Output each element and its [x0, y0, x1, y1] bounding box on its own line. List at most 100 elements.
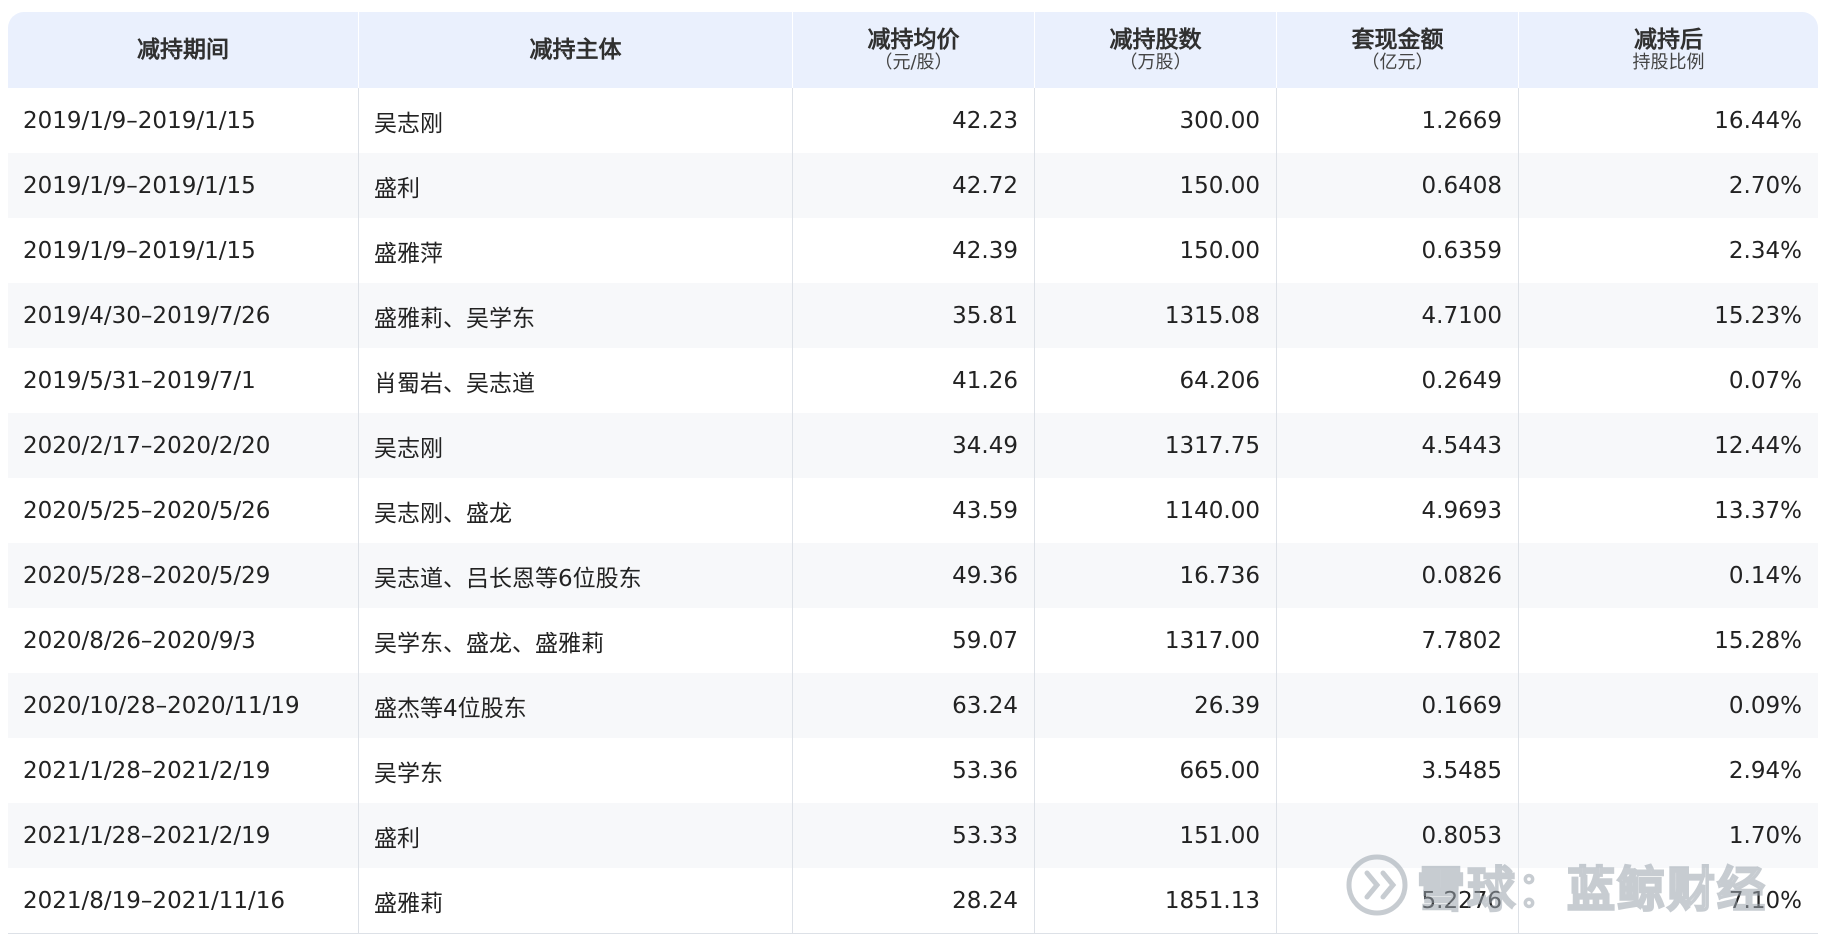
- table-row: 2020/5/28–2020/5/29 吴志道、吕长恩等6位股东 49.36 16.7…: [8, 543, 1818, 608]
- table-row: 2019/5/31–2019/7/1 肖蜀岩、吴志道 41.26 64.206 0.26…: [8, 348, 1818, 413]
- subject-cell: 吴志刚、盛龙: [359, 478, 793, 543]
- table-row: 2019/1/9–2019/1/15 盛雅萍 42.39 150.00 0.6359 2.…: [8, 218, 1818, 283]
- subject-cell: 吴志道、吕长恩等6位股东: [359, 543, 793, 608]
- holding-ratio-cell: 16.44%: [1714, 107, 1802, 134]
- holding-ratio-cell: 13.37%: [1714, 497, 1802, 524]
- subject-cell: 吴志刚: [359, 88, 793, 153]
- avg-price-cell: 59.07: [793, 608, 1035, 673]
- table-row: 2021/1/28–2021/2/19 吴学东 53.36 665.00 3.5485 2…: [8, 738, 1818, 803]
- subject-cell: 盛杰等4位股东: [359, 673, 793, 738]
- subject-cell: 吴学东、盛龙、盛雅莉: [359, 608, 793, 673]
- header-label: 减持期间: [137, 37, 229, 63]
- shares-cell: 1317.00: [1035, 608, 1277, 673]
- table-row: 2020/8/26–2020/9/3 吴学东、盛龙、盛雅莉 59.07 1317.00…: [8, 608, 1818, 673]
- avg-price-cell: 28.24: [793, 868, 1035, 933]
- shares-cell: 1315.08: [1035, 283, 1277, 348]
- holding-ratio-cell: 0.07%: [1728, 367, 1802, 394]
- period-cell: 2021/8/19–2021/11/16: [8, 868, 359, 933]
- header-cell-avg-price: 减持均价 （元/股）: [793, 12, 1035, 88]
- cash-amount-cell: 0.8053: [1277, 803, 1519, 868]
- header-cell-cash-amount: 套现金额 （亿元）: [1277, 12, 1519, 88]
- holding-ratio-cell: 7.10%: [1728, 887, 1802, 914]
- table-row: 2019/4/30–2019/7/26 盛雅莉、吴学东 35.81 1315.08 4.…: [8, 283, 1818, 348]
- avg-price-cell: 35.81: [793, 283, 1035, 348]
- cash-amount-cell: 0.6359: [1277, 218, 1519, 283]
- holding-ratio-cell: 12.44%: [1714, 432, 1802, 459]
- subject-cell: 盛利: [359, 803, 793, 868]
- subject-cell: 盛雅萍: [359, 218, 793, 283]
- holding-ratio-cell: 2.94%: [1728, 757, 1802, 784]
- header-sublabel: 持股比例: [1632, 52, 1705, 73]
- header-label: 减持后: [1634, 27, 1703, 53]
- cash-amount-cell: 4.7100: [1277, 283, 1519, 348]
- header-cell-subject: 减持主体: [359, 12, 793, 88]
- period-cell: 2019/1/9–2019/1/15: [8, 88, 359, 153]
- shares-cell: 26.39: [1035, 673, 1277, 738]
- period-cell: 2020/2/17–2020/2/20: [8, 413, 359, 478]
- holding-ratio-cell: 15.28%: [1714, 627, 1802, 654]
- table-row: 2021/8/19–2021/11/16 盛雅莉 28.24 1851.13 5.227…: [8, 868, 1818, 933]
- shares-cell: 151.00: [1035, 803, 1277, 868]
- cash-amount-cell: 5.2276: [1277, 868, 1519, 933]
- subject-cell: 吴学东: [359, 738, 793, 803]
- table-row: 2020/2/17–2020/2/20 吴志刚 34.49 1317.75 4.5443…: [8, 413, 1818, 478]
- period-cell: 2020/5/28–2020/5/29: [8, 543, 359, 608]
- header-label: 减持主体: [529, 37, 622, 63]
- period-cell: 2019/4/30–2019/7/26: [8, 283, 359, 348]
- header-cell-period: 减持期间: [8, 12, 359, 88]
- shares-cell: 665.00: [1035, 738, 1277, 803]
- header-cell-holding-ratio: 减持后 持股比例: [1519, 12, 1818, 88]
- avg-price-cell: 34.49: [793, 413, 1035, 478]
- period-cell: 2020/8/26–2020/9/3: [8, 608, 359, 673]
- header-sublabel: （亿元）: [1361, 52, 1434, 73]
- table-header-row: 减持期间 减持主体 减持均价 （元/股） 减持股数 （万股） 套现金额 （亿元）…: [8, 12, 1818, 88]
- table-row: 2020/10/28–2020/11/19 盛杰等4位股东 63.24 26.39 0.…: [8, 673, 1818, 738]
- header-label: 减持均价: [867, 27, 960, 53]
- header-label: 套现金额: [1351, 27, 1444, 53]
- subject-cell: 盛利: [359, 153, 793, 218]
- cash-amount-cell: 0.0826: [1277, 543, 1519, 608]
- table-body: 2019/1/9–2019/1/15 吴志刚 42.23 300.00 1.2669 16…: [8, 88, 1818, 933]
- avg-price-cell: 63.24: [793, 673, 1035, 738]
- table-bottom-divider: [8, 933, 1818, 934]
- holding-ratio-cell: 2.70%: [1728, 172, 1802, 199]
- period-cell: 2019/5/31–2019/7/1: [8, 348, 359, 413]
- holding-ratio-cell: 15.23%: [1714, 302, 1802, 329]
- avg-price-cell: 42.39: [793, 218, 1035, 283]
- period-cell: 2021/1/28–2021/2/19: [8, 738, 359, 803]
- period-cell: 2021/1/28–2021/2/19: [8, 803, 359, 868]
- cash-amount-cell: 0.2649: [1277, 348, 1519, 413]
- shares-cell: 16.736: [1035, 543, 1277, 608]
- header-label: 减持股数: [1109, 27, 1202, 53]
- avg-price-cell: 42.72: [793, 153, 1035, 218]
- period-cell: 2019/1/9–2019/1/15: [8, 218, 359, 283]
- period-cell: 2020/5/25–2020/5/26: [8, 478, 359, 543]
- shares-cell: 64.206: [1035, 348, 1277, 413]
- table-row: 2020/5/25–2020/5/26 吴志刚、盛龙 43.59 1140.00 4.9…: [8, 478, 1818, 543]
- holding-ratio-cell: 0.09%: [1728, 692, 1802, 719]
- header-sublabel: （元/股）: [874, 52, 953, 73]
- holding-ratio-cell: 0.14%: [1728, 562, 1802, 589]
- avg-price-cell: 49.36: [793, 543, 1035, 608]
- table-row: 2019/1/9–2019/1/15 盛利 42.72 150.00 0.6408 2.7…: [8, 153, 1818, 218]
- shares-cell: 150.00: [1035, 153, 1277, 218]
- table-row: 2019/1/9–2019/1/15 吴志刚 42.23 300.00 1.2669 16…: [8, 88, 1818, 153]
- cash-amount-cell: 0.6408: [1277, 153, 1519, 218]
- shares-cell: 1317.75: [1035, 413, 1277, 478]
- avg-price-cell: 53.36: [793, 738, 1035, 803]
- cash-amount-cell: 4.5443: [1277, 413, 1519, 478]
- shares-cell: 300.00: [1035, 88, 1277, 153]
- subject-cell: 盛雅莉: [359, 868, 793, 933]
- avg-price-cell: 41.26: [793, 348, 1035, 413]
- subject-cell: 盛雅莉、吴学东: [359, 283, 793, 348]
- holding-ratio-cell: 1.70%: [1728, 822, 1802, 849]
- period-cell: 2020/10/28–2020/11/19: [8, 673, 359, 738]
- avg-price-cell: 53.33: [793, 803, 1035, 868]
- cash-amount-cell: 0.1669: [1277, 673, 1519, 738]
- shares-cell: 150.00: [1035, 218, 1277, 283]
- cash-amount-cell: 3.5485: [1277, 738, 1519, 803]
- shares-cell: 1140.00: [1035, 478, 1277, 543]
- period-cell: 2019/1/9–2019/1/15: [8, 153, 359, 218]
- cash-amount-cell: 1.2669: [1277, 88, 1519, 153]
- subject-cell: 吴志刚: [359, 413, 793, 478]
